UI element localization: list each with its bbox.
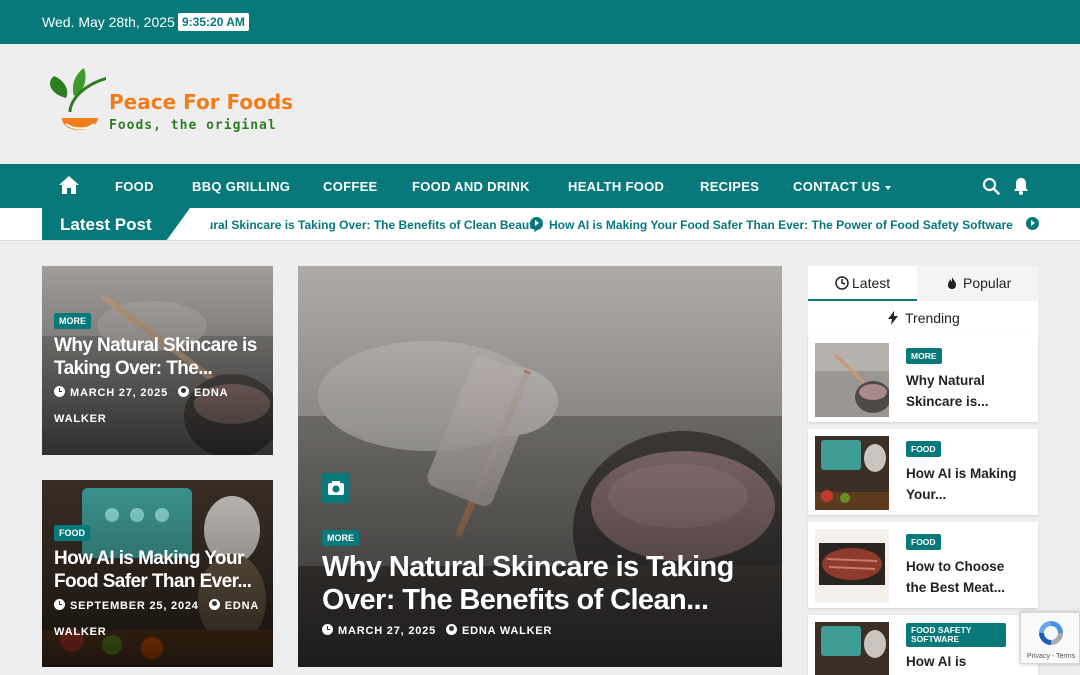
user-icon [446,624,458,635]
post-thumbnail [815,529,889,603]
tab-trending-label: Trending [905,310,960,326]
post-thumbnail [815,622,889,675]
tab-latest-label: Latest [852,275,891,291]
post-author[interactable]: EDNA WALKER [462,625,552,637]
sidebar-tabs: Latest Popular Trending [808,266,1038,336]
featured-post-title[interactable]: Why Natural Skincare is Taking Over: The… [322,551,762,617]
post-date[interactable]: SEPTEMBER 25, 2024 [70,600,199,612]
post-card-skincare-small[interactable]: MORE Why Natural Skincare is Taking Over… [42,266,273,455]
post-meta: SEPTEMBER 25, 2024 EDNA WALKER [54,593,269,645]
camera-icon [322,473,350,503]
category-badge[interactable]: MORE [54,313,91,329]
recaptcha-badge[interactable]: Privacy - Terms [1020,612,1080,664]
post-thumbnail [815,343,889,417]
sidebar-post[interactable]: FOOD How AI is Making Your... [808,429,1038,515]
clock-icon [322,624,333,635]
nav-item-coffee[interactable]: COFFEE [323,179,378,194]
category-badge[interactable]: FOOD SAFETY SOFTWARE [906,623,1006,647]
nav-item-food[interactable]: FOOD [115,179,154,194]
post-title[interactable]: Why Natural Skincare is Taking Over: The… [54,334,264,380]
nav-item-bbq-grilling[interactable]: BBQ GRILLING [192,179,290,194]
ticker-track: Why Natural Skincare is Taking Over: The… [210,208,1050,240]
clock-icon [54,386,65,397]
site-tagline: Foods, the original [109,118,277,133]
ticker-label: Latest Post [42,208,192,240]
latest-post-ticker: Latest Post Why Natural Skincare is Taki… [0,208,1080,241]
chevron-down-icon [885,185,892,190]
top-bar: Wed. May 28th, 2025 9:35:20 AM [0,0,1080,44]
category-badge[interactable]: MORE [906,348,942,364]
sidebar-post-title[interactable]: How to Choose the Best Meat... [906,556,1026,598]
ticker-item[interactable]: How AI is Making Your Food Safer Than Ev… [549,218,1013,232]
post-title[interactable]: How AI is Making Your Food Safer Than Ev… [54,547,269,593]
post-meta: MARCH 27, 2025 EDNA WALKER [54,380,264,432]
ticker-item[interactable]: Why Natural Skincare is Taking Over: The… [210,218,540,232]
post-date[interactable]: MARCH 27, 2025 [70,387,168,399]
category-badge[interactable]: FOOD [906,534,941,550]
sidebar-post[interactable]: FOOD SAFETY SOFTWARE How AI is [808,615,1038,675]
main-nav: FOOD BBQ GRILLING COFFEE FOOD AND DRINK … [0,164,1080,208]
category-badge[interactable]: MORE [322,530,359,546]
arrow-right-circle-icon [1026,217,1039,230]
sidebar-post-title[interactable]: Why Natural Skincare is... [906,370,1026,412]
search-icon[interactable] [982,177,1000,195]
tab-trending[interactable]: Trending [808,301,1038,336]
ticker-label-text: Latest Post [60,215,152,234]
post-meta: MARCH 27, 2025 EDNA WALKER [322,618,762,644]
site-logo[interactable]: Peace For Foods Foods, the original [44,68,304,142]
site-title: Peace For Foods [109,90,294,114]
recaptcha-links[interactable]: Privacy - Terms [1027,653,1075,660]
bell-icon[interactable] [1013,177,1029,195]
home-icon[interactable] [58,175,80,195]
arrow-right-circle-icon [530,217,543,230]
nav-item-food-and-drink[interactable]: FOOD AND DRINK [412,179,530,194]
category-badge[interactable]: FOOD [906,441,941,457]
recaptcha-icon [1039,621,1063,645]
tab-popular-label: Popular [963,275,1012,291]
nav-item-recipes[interactable]: RECIPES [700,179,759,194]
clock-icon [54,599,65,610]
sidebar-post-title[interactable]: How AI is Making Your... [906,463,1026,505]
nav-item-contact-us[interactable]: CONTACT US [793,179,892,194]
sidebar-post[interactable]: FOOD How to Choose the Best Meat... [808,522,1038,608]
nav-item-health-food[interactable]: HEALTH FOOD [568,179,664,194]
sidebar-post[interactable]: MORE Why Natural Skincare is... [808,336,1038,422]
tab-popular[interactable]: Popular [917,266,1038,301]
user-icon [178,386,190,397]
current-date: Wed. May 28th, 2025 [42,14,175,30]
category-badge[interactable]: FOOD [54,525,90,541]
sidebar-post-title[interactable]: How AI is [906,651,1026,672]
post-date[interactable]: MARCH 27, 2025 [338,625,436,637]
leaf-bowl-logo-icon [50,68,106,130]
post-card-ai-food-small[interactable]: FOOD How AI is Making Your Food Safer Th… [42,480,273,667]
nav-contact-label: CONTACT US [793,179,881,194]
bolt-icon [888,311,898,325]
post-thumbnail [815,436,889,510]
current-time: 9:35:20 AM [178,13,249,31]
site-header: Peace For Foods Foods, the original [0,44,1080,164]
featured-post-card[interactable]: MORE Why Natural Skincare is Taking Over… [298,266,782,667]
clock-icon [835,276,849,290]
tab-latest[interactable]: Latest [808,266,917,301]
user-icon [208,599,220,610]
fire-icon [948,277,956,289]
